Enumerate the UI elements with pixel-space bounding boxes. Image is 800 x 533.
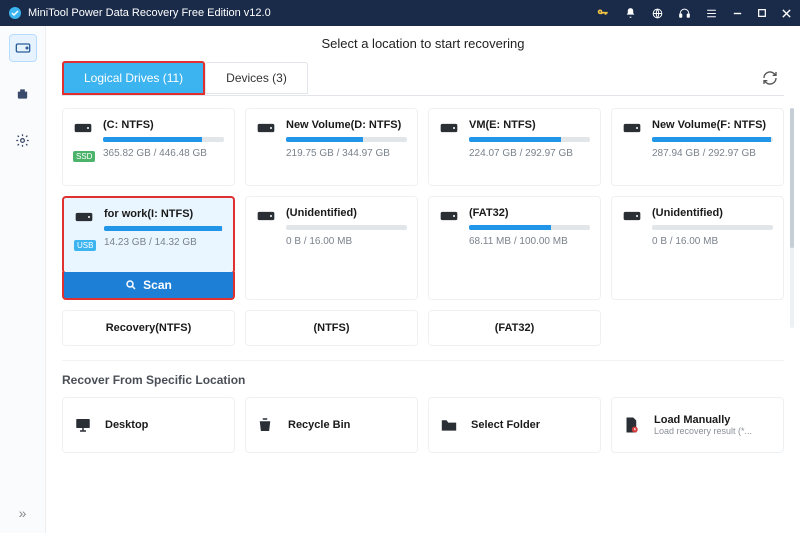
drive-unidentified-2[interactable]: (Unidentified) 0 B / 16.00 MB [611,196,784,300]
drive-size: 0 B / 16.00 MB [286,236,407,247]
drive-size: 287.94 GB / 292.97 GB [652,148,773,159]
scan-button[interactable]: Scan [62,272,235,300]
trash-icon [256,415,278,435]
drives-grid: (C: NTFS) 365.82 GB / 446.48 GB SSD New … [62,108,784,346]
bell-icon[interactable] [624,7,637,20]
refresh-button[interactable] [762,70,778,86]
close-button[interactable] [781,8,792,19]
drive-icon [256,209,278,223]
drive-size: 365.82 GB / 446.48 GB [103,148,224,159]
drive-size: 14.23 GB / 14.32 GB [104,237,223,248]
location-label: Recycle Bin [288,419,350,431]
scrollbar[interactable] [790,108,794,328]
location-desktop[interactable]: Desktop [62,397,235,453]
usage-bar [103,137,224,142]
app-logo-icon [8,6,22,20]
drive-label: (C: NTFS) [103,119,224,131]
usage-bar [469,225,590,230]
window-controls [596,6,792,20]
tabs-row: Logical Drives (11) Devices (3) [62,61,784,96]
location-subtitle: Load recovery result (*... [654,426,752,436]
recover-locations-section: Recover From Specific Location Desktop R… [62,360,784,453]
drive-ntfs[interactable]: (NTFS) [245,310,418,346]
sidebar-toolbox-button[interactable] [9,80,37,108]
drive-icon [622,121,644,135]
location-label: Desktop [105,419,148,431]
drive-icon [439,209,461,223]
drive-fat32-2[interactable]: (FAT32) [428,310,601,346]
tab-logical-drives[interactable]: Logical Drives (11) [62,61,205,95]
drive-label: (FAT32) [495,322,535,334]
drive-f[interactable]: New Volume(F: NTFS) 287.94 GB / 292.97 G… [611,108,784,186]
usage-bar [469,137,590,142]
usage-bar [104,226,223,231]
drive-icon [622,209,644,223]
drive-label: Recovery(NTFS) [106,322,192,334]
sidebar: » [0,26,46,533]
headset-icon[interactable] [678,7,691,20]
menu-icon[interactable] [705,7,718,20]
titlebar: MiniTool Power Data Recovery Free Editio… [0,0,800,26]
usage-bar [286,137,407,142]
location-select-folder[interactable]: Select Folder [428,397,601,453]
drive-label: (FAT32) [469,207,590,219]
drive-recovery[interactable]: Recovery(NTFS) [62,310,235,346]
drive-unidentified-1[interactable]: (Unidentified) 0 B / 16.00 MB [245,196,418,300]
section-title: Recover From Specific Location [62,373,784,387]
drive-icon [439,121,461,135]
drive-size: 0 B / 16.00 MB [652,236,773,247]
usage-bar [652,137,773,142]
drive-size: 68.11 MB / 100.00 MB [469,236,590,247]
drive-i-selected[interactable]: for work(I: NTFS) 14.23 GB / 14.32 GB US… [62,196,235,274]
drive-size: 219.75 GB / 344.97 GB [286,148,407,159]
location-label: Select Folder [471,419,540,431]
drive-label: (Unidentified) [286,207,407,219]
page-heading: Select a location to start recovering [62,36,784,51]
scan-button-label: Scan [143,278,172,292]
usb-badge: USB [74,240,96,251]
desktop-icon [73,416,95,434]
drive-fat32-1[interactable]: (FAT32) 68.11 MB / 100.00 MB [428,196,601,300]
drive-d[interactable]: New Volume(D: NTFS) 219.75 GB / 344.97 G… [245,108,418,186]
drive-c[interactable]: (C: NTFS) 365.82 GB / 446.48 GB SSD [62,108,235,186]
drive-label: (Unidentified) [652,207,773,219]
ssd-badge: SSD [73,151,95,162]
location-label: Load Manually [654,414,752,426]
globe-icon[interactable] [651,7,664,20]
drive-label: New Volume(D: NTFS) [286,119,407,131]
main-panel: Select a location to start recovering Lo… [46,26,800,533]
drive-icon [73,121,95,135]
sidebar-expand-button[interactable]: » [19,505,27,521]
sidebar-settings-button[interactable] [9,126,37,154]
maximize-button[interactable] [757,8,767,18]
window-title: MiniTool Power Data Recovery Free Editio… [28,7,596,19]
drive-icon [74,210,96,224]
usage-bar [286,225,407,230]
drive-icon [256,121,278,135]
folder-icon [439,417,461,433]
location-recycle-bin[interactable]: Recycle Bin [245,397,418,453]
tab-devices[interactable]: Devices (3) [205,62,308,94]
drive-label: New Volume(F: NTFS) [652,119,773,131]
drive-label: for work(I: NTFS) [104,208,223,220]
drive-size: 224.07 GB / 292.97 GB [469,148,590,159]
sidebar-recover-button[interactable] [9,34,37,62]
key-icon[interactable] [596,6,610,20]
location-load-manually[interactable]: Load Manually Load recovery result (*... [611,397,784,453]
drive-label: (NTFS) [313,322,349,334]
drive-label: VM(E: NTFS) [469,119,590,131]
minimize-button[interactable] [732,8,743,19]
document-icon [622,415,644,435]
drive-e[interactable]: VM(E: NTFS) 224.07 GB / 292.97 GB [428,108,601,186]
usage-bar [652,225,773,230]
